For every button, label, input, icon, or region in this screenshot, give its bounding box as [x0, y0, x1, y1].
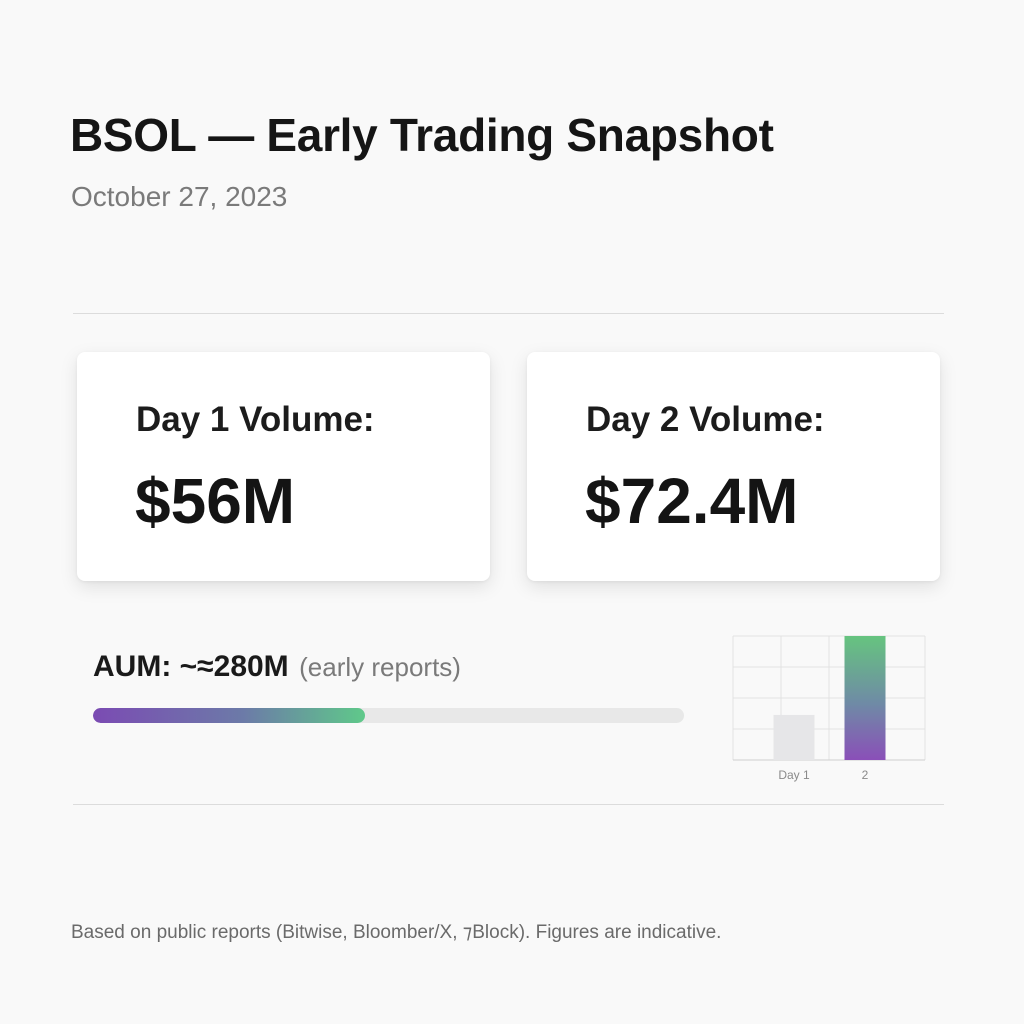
page-date: October 27, 2023 — [71, 181, 288, 212]
bar-1 — [773, 714, 815, 760]
x-tick-label: Day 1 — [778, 768, 810, 782]
aum-note: (early reports) — [299, 652, 461, 682]
x-tick-label: 2 — [862, 768, 869, 782]
bottom-divider — [73, 804, 944, 805]
aum-progress-track — [93, 708, 684, 723]
footnote: Based on public reports (Bitwise, Bloomb… — [71, 922, 722, 943]
day2-volume-label: Day 2 Volume: — [586, 400, 825, 439]
page-title: BSOL — Early Trading Snapshot — [70, 109, 774, 161]
day1-volume-value: $56M — [135, 465, 296, 537]
bar-2 — [844, 636, 886, 760]
day1-volume-label: Day 1 Volume: — [136, 400, 375, 439]
day2-volume-card: Day 2 Volume: $72.4M — [527, 352, 940, 581]
day1-volume-card: Day 1 Volume: $56M — [77, 352, 490, 581]
top-divider — [73, 313, 944, 314]
volume-bar-chart: Day 1 2 — [732, 635, 926, 782]
day2-volume-value: $72.4M — [585, 465, 799, 537]
snapshot-page: BSOL — Early Trading Snapshot October 27… — [0, 0, 1024, 1024]
aum-heading: AUM: ~≈280M (early reports) — [93, 650, 461, 684]
aum-label: AUM: ~≈280M — [93, 650, 289, 683]
aum-progress-fill — [93, 708, 365, 723]
